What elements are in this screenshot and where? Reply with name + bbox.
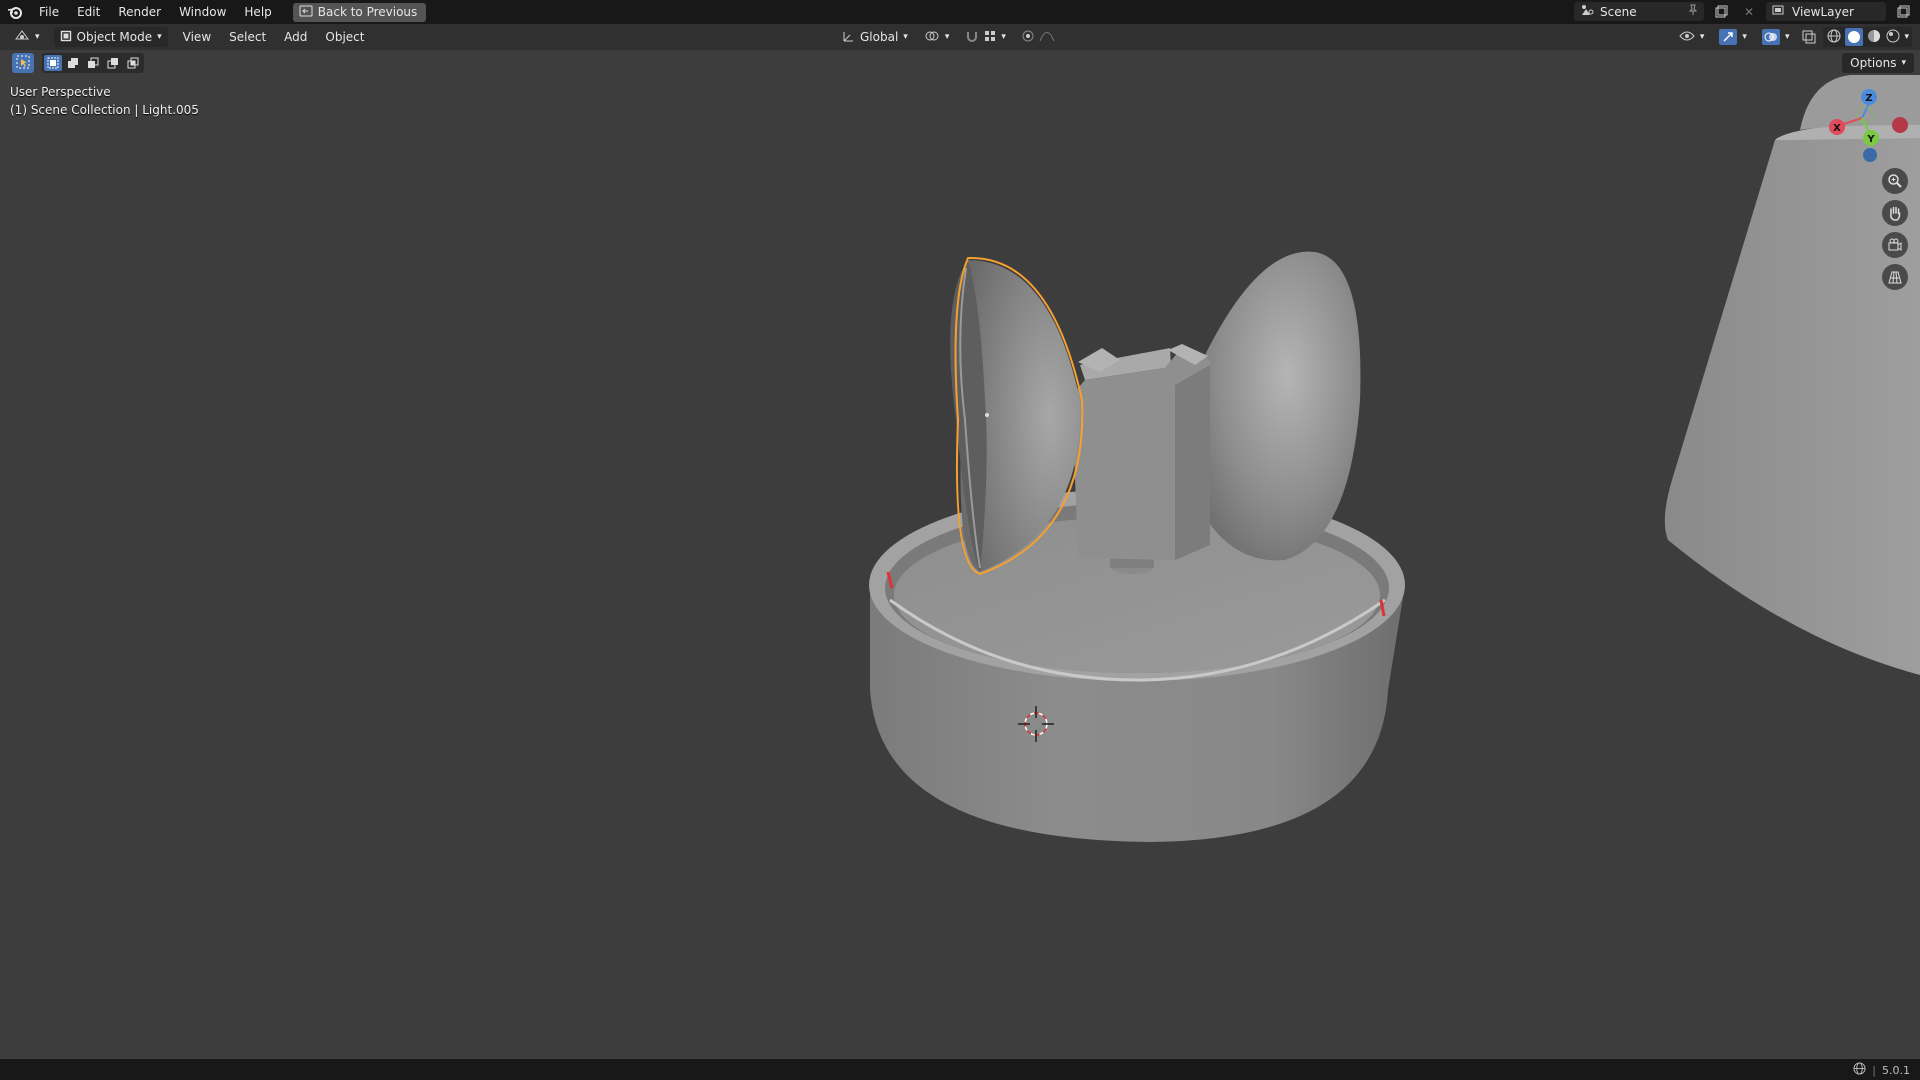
transform-orientation-selector[interactable]: Global ▾ bbox=[835, 27, 914, 47]
hand-pan-icon[interactable] bbox=[1882, 200, 1908, 226]
gizmo-x-label: X bbox=[1833, 123, 1841, 134]
rendered-shading-icon[interactable] bbox=[1885, 28, 1901, 47]
view-layer-icon bbox=[1772, 4, 1786, 19]
transform-orientation-icon bbox=[841, 29, 855, 46]
status-bar: | 5.0.1 bbox=[0, 1059, 1920, 1080]
chevron-down-icon: ▾ bbox=[35, 32, 40, 42]
right-dome-object[interactable] bbox=[1198, 251, 1361, 561]
solid-shading-icon[interactable] bbox=[1845, 28, 1864, 46]
new-scene-icon[interactable] bbox=[1710, 2, 1732, 21]
transform-tools: Global ▾ ▾ ▾ bbox=[835, 27, 1061, 47]
xray-icon[interactable] bbox=[1798, 28, 1820, 47]
chevron-down-icon: ▾ bbox=[1001, 32, 1006, 42]
cone-object[interactable] bbox=[1664, 75, 1920, 675]
menu-view[interactable]: View bbox=[174, 25, 220, 49]
chevron-down-icon: ▾ bbox=[903, 32, 908, 42]
overlay-icon bbox=[1761, 29, 1780, 45]
grid-ortho-icon[interactable] bbox=[1882, 264, 1908, 290]
scene-selector[interactable]: Scene bbox=[1574, 2, 1704, 21]
viewport-header: ▾ Object Mode ▾ View Select Add Object G… bbox=[0, 24, 1920, 50]
yoke-block-object[interactable] bbox=[1072, 344, 1210, 560]
falloff-icon bbox=[1039, 30, 1055, 45]
snap-icon bbox=[965, 29, 979, 46]
version-label: 5.0.1 bbox=[1882, 1063, 1910, 1077]
menu-add[interactable]: Add bbox=[275, 25, 316, 49]
chevron-down-icon: ▾ bbox=[944, 32, 950, 42]
wireframe-shading-icon[interactable] bbox=[1826, 28, 1842, 47]
snap-toggle[interactable]: ▾ bbox=[959, 27, 1012, 47]
view-layer-name: ViewLayer bbox=[1792, 4, 1854, 19]
chevron-down-icon[interactable]: ▾ bbox=[1904, 32, 1909, 42]
scene-icon bbox=[1580, 3, 1594, 20]
orientation-label: Global bbox=[860, 30, 899, 44]
top-right-area: Scene ✕ ViewLayer bbox=[1574, 2, 1914, 21]
visibility-selector[interactable]: ▾ bbox=[1673, 27, 1711, 47]
chevron-down-icon: ▾ bbox=[1742, 32, 1747, 42]
gizmo-y-label: Y bbox=[1866, 134, 1875, 145]
menu-edit[interactable]: Edit bbox=[68, 0, 109, 24]
pivot-selector[interactable]: ▾ bbox=[918, 27, 956, 47]
gizmo-z-label: Z bbox=[1865, 93, 1872, 104]
globe-icon bbox=[1853, 1062, 1866, 1078]
version-info: | 5.0.1 bbox=[1853, 1062, 1910, 1078]
overlay-toggle[interactable]: ▾ bbox=[1756, 27, 1796, 47]
snap-grid-icon bbox=[984, 30, 996, 45]
divider: | bbox=[1872, 1063, 1876, 1077]
pivot-icon bbox=[924, 30, 940, 45]
menu-file[interactable]: File bbox=[30, 0, 68, 24]
menu-window[interactable]: Window bbox=[170, 0, 235, 24]
viewport-3d[interactable]: Z X Y bbox=[0, 50, 1920, 1059]
camera-view-icon[interactable] bbox=[1882, 232, 1908, 258]
chevron-down-icon: ▾ bbox=[157, 32, 162, 42]
chevron-down-icon: ▾ bbox=[1699, 32, 1705, 42]
gizmo-neg-x-handle[interactable] bbox=[1892, 117, 1908, 133]
shading-tools: ▾ ▾ ▾ ▾ bbox=[1673, 27, 1912, 47]
proportional-edit-icon bbox=[1022, 30, 1034, 45]
delete-scene-icon[interactable]: ✕ bbox=[1738, 2, 1760, 21]
menu-select[interactable]: Select bbox=[220, 25, 275, 49]
gizmo-icon bbox=[1719, 29, 1738, 45]
back-to-previous-button[interactable]: Back to Previous bbox=[292, 2, 427, 22]
editor-type-icon bbox=[14, 29, 30, 46]
menu-object[interactable]: Object bbox=[316, 25, 373, 49]
back-icon bbox=[299, 5, 313, 20]
menu-render[interactable]: Render bbox=[109, 0, 170, 24]
zoom-icon[interactable] bbox=[1882, 168, 1908, 194]
mode-label: Object Mode bbox=[76, 30, 153, 44]
blender-logo-icon[interactable] bbox=[0, 0, 30, 24]
viewport-nav-buttons bbox=[1882, 168, 1908, 290]
gizmo-toggle[interactable]: ▾ bbox=[1713, 27, 1753, 47]
editor-type-selector[interactable]: ▾ bbox=[8, 27, 46, 47]
material-shading-icon[interactable] bbox=[1866, 28, 1882, 47]
pin-icon[interactable] bbox=[1688, 4, 1698, 19]
shading-mode-group: ▾ bbox=[1823, 27, 1912, 47]
back-to-previous-label: Back to Previous bbox=[317, 5, 418, 19]
new-view-layer-icon[interactable] bbox=[1892, 2, 1914, 21]
mode-selector[interactable]: Object Mode ▾ bbox=[53, 27, 168, 47]
view-layer-selector[interactable]: ViewLayer bbox=[1766, 2, 1886, 21]
visibility-icon bbox=[1679, 30, 1695, 45]
gizmo-neg-z-handle[interactable] bbox=[1863, 148, 1877, 162]
chevron-down-icon: ▾ bbox=[1784, 32, 1790, 42]
proportional-edit-toggle[interactable] bbox=[1016, 27, 1061, 47]
object-mode-icon bbox=[60, 30, 72, 45]
top-bar: File Edit Render Window Help Back to Pre… bbox=[0, 0, 1920, 24]
scene-name: Scene bbox=[1600, 4, 1637, 19]
menu-help[interactable]: Help bbox=[235, 0, 280, 24]
